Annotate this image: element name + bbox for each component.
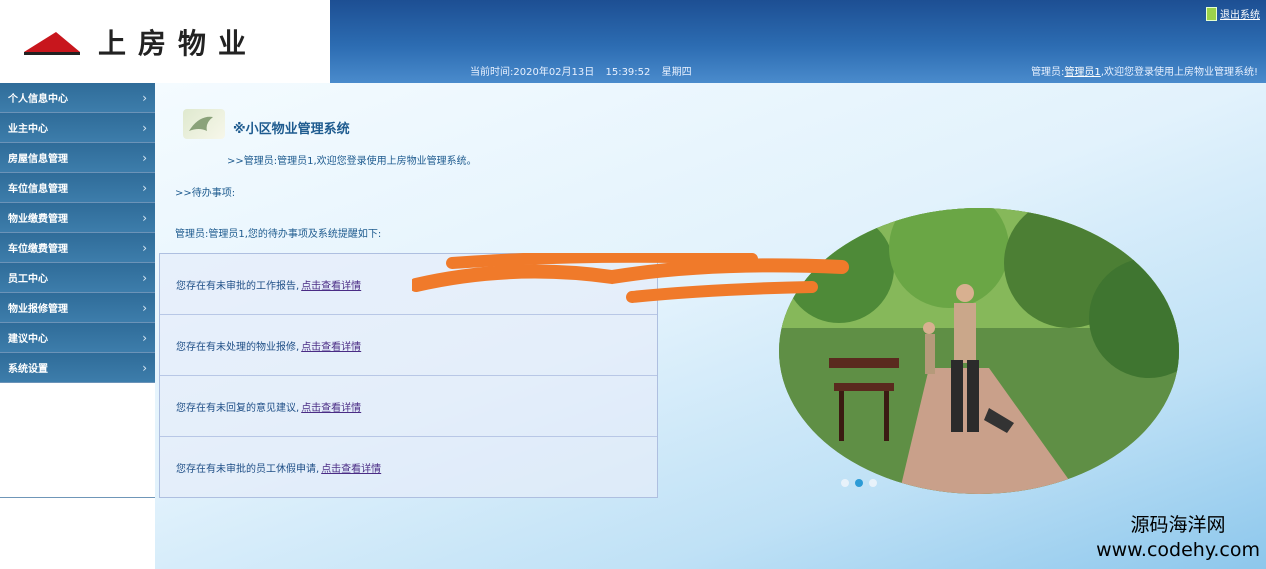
sidebar-item-repairs[interactable]: 物业报修管理 › — [0, 293, 155, 323]
user-suffix: ,欢迎您登录使用上房物业管理系统! — [1100, 67, 1258, 78]
chevron-right-icon: › — [142, 121, 147, 135]
sidebar-item-staff[interactable]: 员工中心 › — [0, 263, 155, 293]
main-content: ※小区物业管理系统 >>管理员:管理员1,欢迎您登录使用上房物业管理系统。 >>… — [155, 83, 1266, 569]
logout-label: 退出系统 — [1220, 10, 1260, 21]
sidebar-item-label: 车位缴费管理 — [8, 244, 68, 255]
sidebar-item-label: 个人信息中心 — [8, 94, 68, 105]
watermark-line2: www.codehy.com — [1096, 539, 1260, 561]
top-header: 上房物业 退出系统 当前时间:2020年02月13日 15:39:52 星期四 … — [0, 0, 1266, 83]
sidebar-item-owners[interactable]: 业主中心 › — [0, 113, 155, 143]
user-name-link[interactable]: 管理员1 — [1064, 67, 1100, 78]
sidebar-item-label: 业主中心 — [8, 124, 48, 135]
todo-subtitle: 管理员:管理员1,您的待办事项及系统提醒如下: — [175, 229, 382, 240]
sidebar-item-property-fees[interactable]: 物业缴费管理 › — [0, 203, 155, 233]
chevron-right-icon: › — [142, 151, 147, 165]
todo-text: 您存在有未处理的物业报修, — [176, 341, 300, 353]
todo-heading: >>待办事项: — [175, 188, 236, 199]
view-details-link[interactable]: 点击查看详情 — [301, 399, 361, 414]
exit-icon — [1206, 6, 1217, 21]
chevron-right-icon: › — [142, 361, 147, 375]
todo-row-repairs: 您存在有未处理的物业报修, 点击查看详情 — [160, 315, 657, 376]
sidebar-item-settings[interactable]: 系统设置 › — [0, 353, 155, 383]
carousel-indicators — [841, 479, 877, 487]
sidebar-item-label: 车位信息管理 — [8, 184, 68, 195]
sidebar-item-label: 物业缴费管理 — [8, 214, 68, 225]
view-details-link[interactable]: 点击查看详情 — [301, 338, 361, 353]
carousel-image[interactable] — [779, 208, 1179, 494]
sidebar-item-parking-fees[interactable]: 车位缴费管理 › — [0, 233, 155, 263]
time-date: 当前时间:2020年02月13日 — [470, 67, 595, 78]
page-title: ※小区物业管理系统 — [233, 122, 350, 137]
watermark-line1: 源码海洋网 — [1130, 514, 1226, 536]
sidebar-item-label: 建议中心 — [8, 334, 48, 345]
chevron-right-icon: › — [142, 301, 147, 315]
view-details-link[interactable]: 点击查看详情 — [301, 277, 361, 292]
chevron-right-icon: › — [142, 241, 147, 255]
user-greeting: 管理员:管理员1,欢迎您登录使用上房物业管理系统! — [1031, 63, 1258, 78]
carousel-dot[interactable] — [869, 479, 877, 487]
chevron-right-icon: › — [142, 91, 147, 105]
site-watermark: 源码海洋网 www.codehy.com — [1096, 513, 1260, 563]
bird-icon — [183, 109, 225, 139]
sidebar-item-label: 物业报修管理 — [8, 304, 68, 315]
current-time: 当前时间:2020年02月13日 15:39:52 星期四 — [470, 63, 700, 78]
chevron-right-icon: › — [142, 211, 147, 225]
roof-logo-icon — [24, 31, 80, 55]
sidebar-item-parking[interactable]: 车位信息管理 › — [0, 173, 155, 203]
sidebar-item-personal[interactable]: 个人信息中心 › — [0, 83, 155, 113]
chevron-right-icon: › — [142, 331, 147, 345]
todo-text: 您存在有未审批的工作报告, — [176, 280, 300, 292]
logo: 上房物业 — [0, 0, 330, 83]
sidebar-menu: 个人信息中心 › 业主中心 › 房屋信息管理 › 车位信息管理 › 物业缴费管理 › 车位… — [0, 83, 155, 498]
todo-text: 您存在有未回复的意见建议, — [176, 402, 300, 414]
user-prefix: 管理员: — [1031, 67, 1065, 78]
redaction-scribble — [412, 253, 849, 303]
welcome-text: >>管理员:管理员1,欢迎您登录使用上房物业管理系统。 — [227, 156, 477, 167]
logo-text: 上房物业 — [98, 26, 259, 60]
todo-text: 您存在有未审批的员工休假申请, — [176, 463, 320, 475]
todo-row-leave: 您存在有未审批的员工休假申请, 点击查看详情 — [160, 437, 657, 497]
todo-row-suggestions: 您存在有未回复的意见建议, 点击查看详情 — [160, 376, 657, 437]
logout-link[interactable]: 退出系统 — [1206, 6, 1260, 21]
time-clock: 15:39:52 — [605, 67, 651, 78]
sidebar-item-label: 系统设置 — [8, 364, 48, 375]
chevron-right-icon: › — [142, 271, 147, 285]
chevron-right-icon: › — [142, 181, 147, 195]
sidebar-item-suggestions[interactable]: 建议中心 › — [0, 323, 155, 353]
sidebar-item-label: 房屋信息管理 — [8, 154, 68, 165]
view-details-link[interactable]: 点击查看详情 — [321, 460, 381, 475]
carousel-dot-active[interactable] — [855, 479, 863, 487]
sidebar-item-label: 员工中心 — [8, 274, 48, 285]
carousel-dot[interactable] — [841, 479, 849, 487]
sidebar-item-houses[interactable]: 房屋信息管理 › — [0, 143, 155, 173]
time-weekday: 星期四 — [661, 67, 692, 78]
